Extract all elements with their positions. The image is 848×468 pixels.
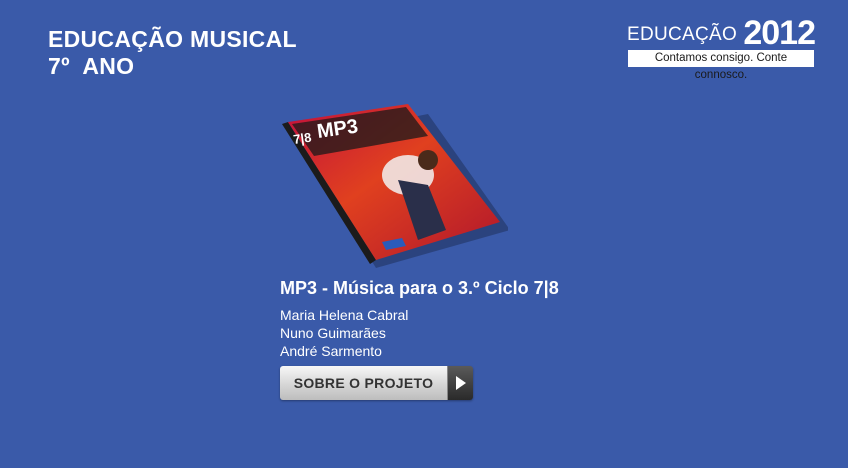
book-cover-image[interactable]: MP3 7|8 [278, 100, 510, 270]
logo-word: EDUCAÇÃO [627, 24, 738, 45]
about-project-button[interactable]: SOBRE O PROJETO [280, 366, 473, 400]
logo-slogan: Contamos consigo. Conte connosco. [628, 50, 814, 81]
play-arrow-icon [456, 376, 466, 390]
author-name: Nuno Guimarães [280, 325, 386, 341]
about-project-label: SOBRE O PROJETO [293, 375, 434, 391]
page-title: EDUCAÇÃO MUSICAL 7º ANO [48, 26, 297, 80]
page-title-line1: EDUCAÇÃO MUSICAL [48, 26, 297, 52]
page-title-line2: 7º ANO [48, 53, 135, 79]
cover-grade-text: 7|8 [292, 130, 312, 147]
author-name: Maria Helena Cabral [280, 307, 409, 323]
logo-year: 2012 [743, 14, 816, 52]
author-name: André Sarmento [280, 343, 382, 359]
play-arrow-box [447, 366, 473, 400]
author-list: Maria Helena Cabral Nuno Guimarães André… [280, 306, 408, 360]
educacao-2012-logo: EDUCAÇÃO 2012 Contamos consigo. Conte co… [627, 14, 816, 81]
book-title: MP3 - Música para o 3.º Ciclo 7|8 [280, 278, 559, 298]
